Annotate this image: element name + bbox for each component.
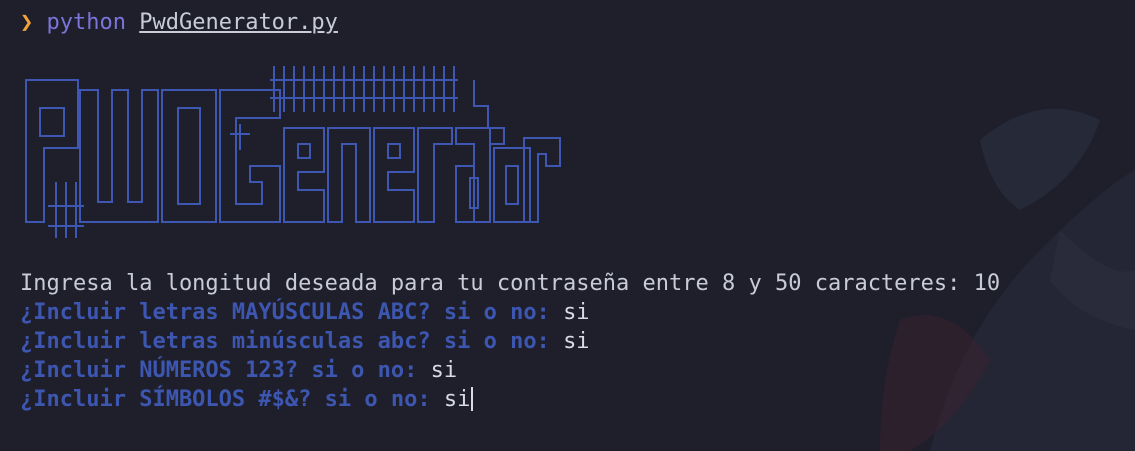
question-answer: si	[430, 358, 458, 383]
question-label: ¿Incluir letras MAYÚSCULAS ABC? si o no:	[20, 300, 564, 325]
question-label: ¿Incluir NÚMEROS 123? si o no:	[20, 358, 431, 383]
terminal-window[interactable]: ❯ python PwdGenerator.py Ingresa la long…	[0, 0, 1135, 451]
script-filename: PwdGenerator.py	[139, 10, 338, 35]
question-answer-input[interactable]: si	[444, 387, 471, 412]
question-label: ¿Incluir SÍMBOLOS #$&? si o no:	[20, 387, 444, 412]
question-label: ¿Incluir letras minúsculas abc? si o no:	[20, 329, 564, 354]
question-uppercase: ¿Incluir letras MAYÚSCULAS ABC? si o no:…	[20, 298, 590, 327]
question-answer: si	[563, 329, 590, 354]
prompt-chevron-icon: ❯	[20, 10, 34, 35]
question-answer: si	[563, 300, 590, 325]
question-lowercase: ¿Incluir letras minúsculas abc? si o no:…	[20, 327, 590, 356]
ascii-banner-logo	[25, 66, 561, 238]
question-numbers: ¿Incluir NÚMEROS 123? si o no: si	[20, 356, 457, 385]
text-cursor	[471, 387, 474, 411]
question-symbols[interactable]: ¿Incluir SÍMBOLOS #$&? si o no: si	[20, 385, 474, 414]
length-prompt-line: Ingresa la longitud deseada para tu cont…	[20, 271, 1001, 296]
shell-prompt: ❯ python PwdGenerator.py	[20, 8, 338, 38]
command-name: python	[46, 10, 126, 35]
